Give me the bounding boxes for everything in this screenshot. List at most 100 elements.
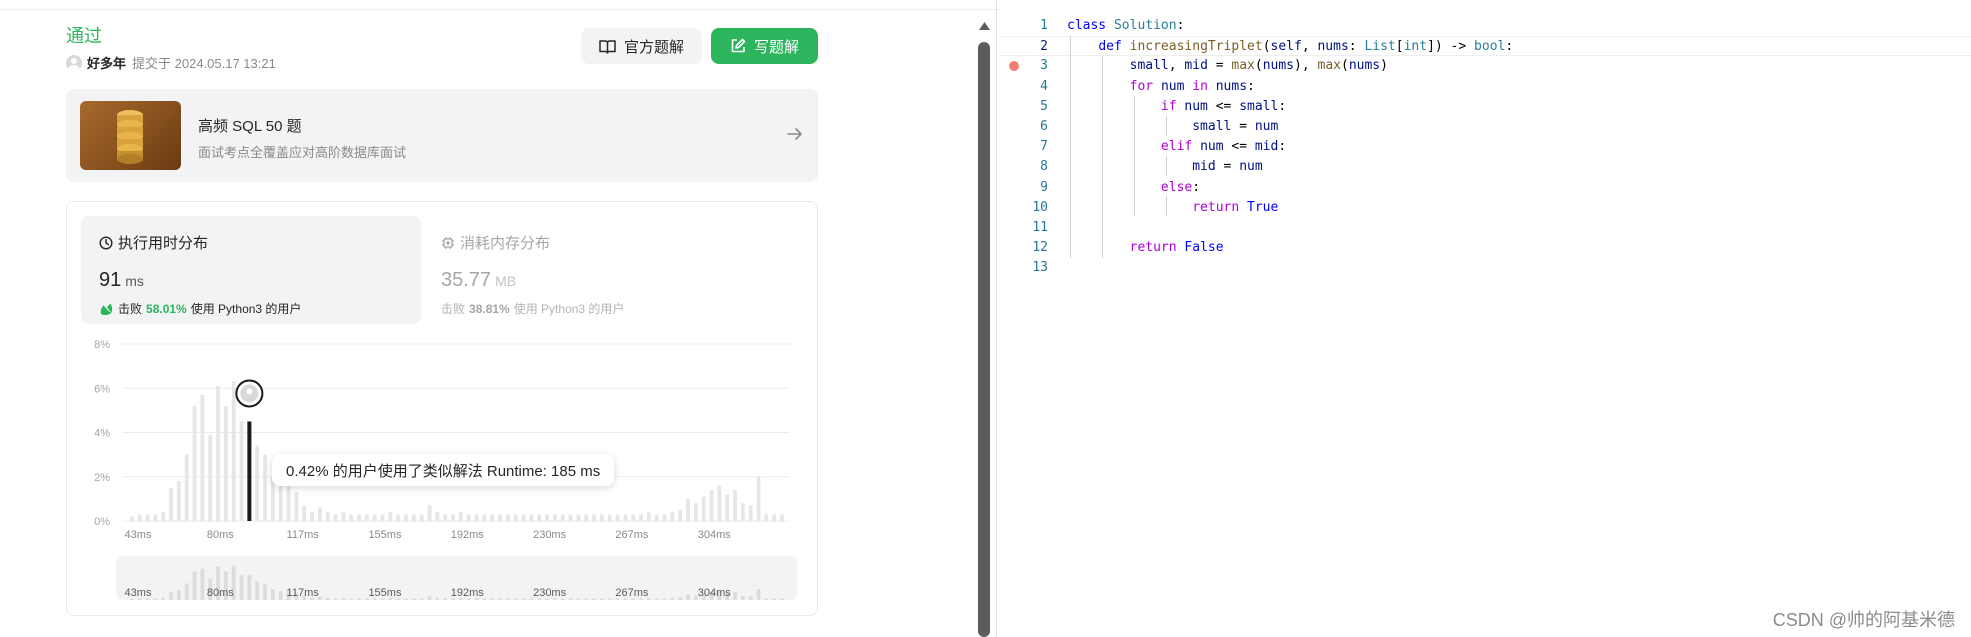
code-text[interactable]: def increasingTriplet(self, nums: List[i… [1067, 37, 1513, 57]
line-number[interactable]: 9 [1000, 178, 1048, 198]
code-text[interactable]: elif num <= mid: [1067, 137, 1286, 157]
chart-bar [756, 476, 761, 521]
chart-bar [521, 514, 526, 521]
scrollbar-thumb[interactable] [978, 42, 990, 637]
line-number[interactable]: 4 [1000, 77, 1048, 97]
chart-bar [357, 514, 361, 521]
code-text[interactable]: class Solution: [1067, 16, 1184, 36]
chart-bar [741, 503, 745, 521]
chart-bar [717, 485, 722, 521]
overview-tick-label: 230ms [533, 587, 567, 599]
code-editor[interactable]: 1 class Solution: 2 def increasingTriplet(… [1000, 0, 1971, 637]
chart-bar [130, 516, 134, 521]
overview-bar [764, 598, 769, 600]
code-line[interactable]: 8 mid = num [1000, 157, 1971, 177]
overview-bar [192, 571, 197, 600]
chart-bar [576, 514, 581, 521]
line-number[interactable]: 2 [1000, 37, 1048, 57]
highlighted-bar [247, 421, 252, 521]
chart-bar [325, 512, 330, 521]
line-number[interactable]: 7 [1000, 137, 1048, 157]
code-line[interactable]: 12 return False [1000, 238, 1971, 258]
overview-bar [200, 568, 205, 600]
submission-panel: 通过 好多年 提交于 2024.05.17 13:21 官方题解 写题解 高频 … [0, 0, 975, 637]
line-number[interactable]: 8 [1000, 157, 1048, 177]
code-line[interactable]: 5 if num <= small: [1000, 97, 1971, 117]
line-number[interactable]: 6 [1000, 117, 1048, 137]
code-line[interactable]: 3 small, mid = max(nums), max(nums) [1000, 56, 1971, 76]
chart-bar [404, 514, 408, 521]
chart-bar [474, 514, 479, 521]
chart-bar [662, 514, 667, 521]
code-text[interactable]: if num <= small: [1067, 97, 1286, 117]
overview-bar [247, 575, 252, 600]
overview-bar [443, 598, 448, 600]
code-line[interactable]: 6 small = num [1000, 117, 1971, 137]
overview-bar [325, 597, 330, 600]
indent-guide [1102, 56, 1103, 258]
code-line[interactable]: 13 [1000, 258, 1971, 278]
code-line[interactable]: 1 class Solution: [1000, 16, 1971, 36]
chart-bar [529, 514, 534, 521]
chart-bar [372, 514, 377, 521]
code-text[interactable]: return False [1067, 238, 1224, 258]
overview-bar [521, 598, 526, 600]
line-number[interactable]: 10 [1000, 198, 1048, 218]
chart-bar [278, 485, 283, 521]
overview-bar [333, 598, 338, 600]
chart-bar [302, 505, 307, 521]
code-line[interactable]: 9 else: [1000, 178, 1971, 198]
indent-guide [1134, 96, 1135, 216]
overview-bar [592, 598, 596, 600]
line-number[interactable]: 11 [1000, 218, 1048, 238]
chart-bar [451, 514, 455, 521]
indent-guide [1166, 156, 1167, 176]
chart-bar [764, 514, 769, 521]
line-number[interactable]: 1 [1000, 16, 1048, 36]
code-text[interactable]: for num in nums: [1067, 77, 1255, 97]
panel-divider[interactable] [996, 0, 997, 637]
code-text[interactable]: mid = num [1067, 157, 1262, 177]
y-tick-label: 2% [94, 472, 110, 484]
code-line[interactable]: 11 [1000, 218, 1971, 238]
chart-bar [459, 512, 463, 521]
code-line[interactable]: 7 elif num <= mid: [1000, 137, 1971, 157]
chart-bar [412, 514, 416, 521]
chart-bar [466, 514, 471, 521]
scroll-up-arrow-icon[interactable] [978, 14, 991, 34]
overview-bar [427, 596, 432, 600]
overview-bar [513, 598, 518, 600]
overview-bar [584, 598, 589, 600]
x-tick-label: 192ms [451, 529, 485, 541]
chart-bar [545, 514, 549, 521]
chart-bar [506, 514, 510, 521]
chart-bar [286, 483, 291, 521]
code-text[interactable]: return True [1067, 198, 1278, 218]
overview-bar [490, 598, 495, 600]
code-text[interactable]: small, mid = max(nums), max(nums) [1067, 56, 1388, 76]
overview-bar [255, 581, 260, 600]
line-number[interactable]: 13 [1000, 258, 1048, 278]
code-text[interactable]: small = num [1067, 117, 1278, 137]
overview-bar [733, 592, 737, 600]
chart-bar [216, 386, 220, 521]
overview-bar [153, 598, 158, 600]
code-line[interactable]: 4 for num in nums: [1000, 77, 1971, 97]
chart-bar [780, 514, 784, 521]
line-number[interactable]: 12 [1000, 238, 1048, 258]
y-tick-label: 6% [94, 383, 110, 395]
overview-bar [678, 597, 683, 600]
chart-bar [694, 503, 698, 521]
chart-bar [568, 514, 573, 521]
runtime-distribution-chart[interactable]: 8% 6% 4% 2% 0% 43ms 80ms 117ms 155ms 192ms 230ms 26… [0, 0, 975, 637]
chart-bar [709, 490, 714, 521]
chart-bar [208, 434, 213, 521]
code-line[interactable]: 2 def increasingTriplet(self, nums: List… [1000, 36, 1971, 57]
line-number[interactable]: 3 [1000, 56, 1048, 76]
chart-bar [177, 481, 181, 521]
code-line[interactable]: 10 return True [1000, 198, 1971, 218]
line-number[interactable]: 5 [1000, 97, 1048, 117]
chart-bar [192, 405, 197, 521]
overview-bar [748, 596, 753, 600]
chart-bar [701, 496, 706, 521]
